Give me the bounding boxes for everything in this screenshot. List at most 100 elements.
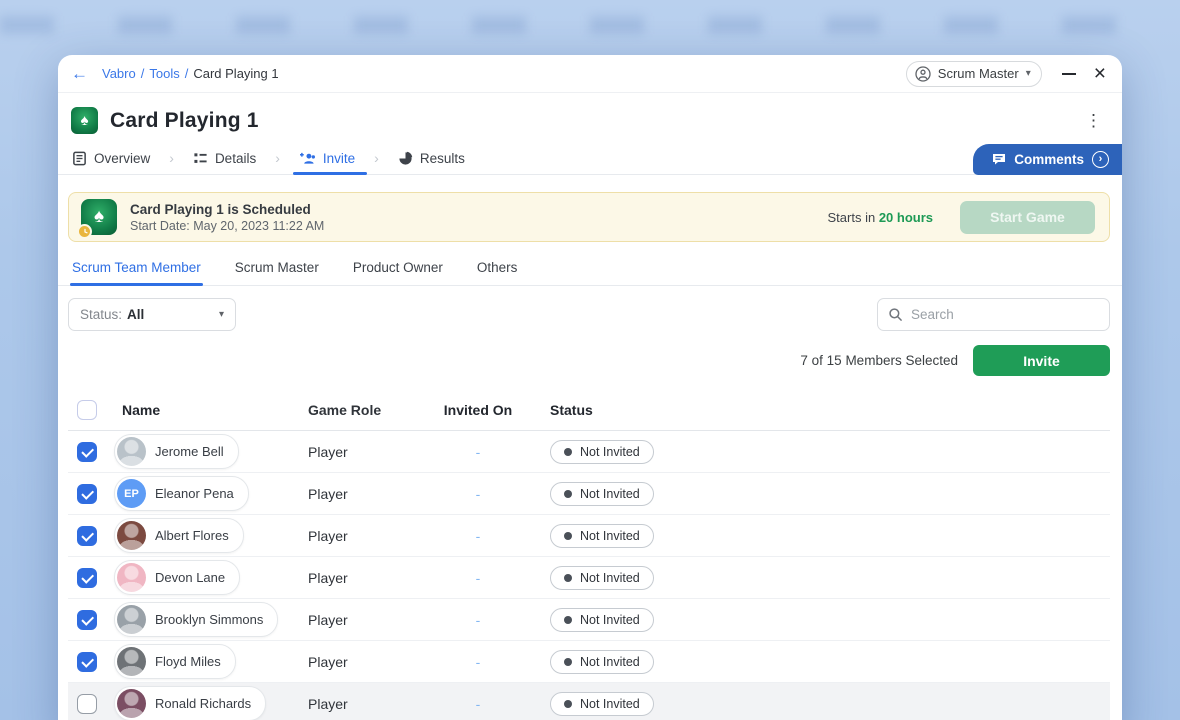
select-all-checkbox[interactable] — [77, 400, 97, 420]
table-row: Floyd Miles Player - Not Invited — [68, 641, 1110, 683]
avatar — [117, 563, 146, 592]
status-badge: Not Invited — [550, 440, 654, 464]
header-status: Status — [528, 402, 1110, 418]
member-chip[interactable]: Brooklyn Simmons — [114, 602, 278, 637]
role-tab-product-owner[interactable]: Product Owner — [353, 258, 443, 285]
status-text: Not Invited — [580, 529, 640, 543]
chevron-right-icon: › — [169, 150, 174, 166]
member-chip[interactable]: Jerome Bell — [114, 434, 239, 469]
role-tabs: Scrum Team Member Scrum Master Product O… — [58, 258, 1122, 286]
banner-title: Card Playing 1 is Scheduled — [130, 202, 324, 217]
status-dot-icon — [564, 700, 572, 708]
search-icon — [888, 307, 903, 322]
role-tab-scrum-team-member[interactable]: Scrum Team Member — [72, 258, 201, 285]
status-filter-dropdown[interactable]: Status: All ▾ — [68, 298, 236, 331]
banner-subtitle: Start Date: May 20, 2023 11:22 AM — [130, 219, 324, 233]
countdown-text: Starts in 20 hours — [828, 210, 933, 225]
member-chip[interactable]: Floyd Miles — [114, 644, 236, 679]
member-name: Ronald Richards — [155, 696, 251, 711]
start-game-button[interactable]: Start Game — [960, 201, 1095, 234]
status-text: Not Invited — [580, 571, 640, 585]
filter-row: Status: All ▾ — [68, 298, 1110, 331]
row-checkbox[interactable] — [77, 652, 97, 672]
breadcrumb-link-tools[interactable]: Tools — [149, 66, 179, 81]
tab-results[interactable]: Results — [398, 142, 465, 174]
search-box — [877, 298, 1110, 331]
tab-invite[interactable]: Invite — [299, 142, 355, 174]
row-checkbox[interactable] — [77, 610, 97, 630]
status-text: Not Invited — [580, 613, 640, 627]
breadcrumb-separator: / — [185, 66, 189, 81]
member-chip[interactable]: EP Eleanor Pena — [114, 476, 249, 511]
member-name: Jerome Bell — [155, 444, 224, 459]
status-badge: Not Invited — [550, 566, 654, 590]
selection-row: 7 of 15 Members Selected Invite — [68, 345, 1110, 376]
member-chip[interactable]: Albert Flores — [114, 518, 244, 553]
breadcrumb: Vabro / Tools / Card Playing 1 — [102, 66, 279, 81]
invited-on-cell: - — [428, 654, 528, 670]
status-dot-icon — [564, 658, 572, 666]
status-text: Not Invited — [580, 487, 640, 501]
card-game-icon: ♠ — [71, 107, 98, 134]
table-row: Brooklyn Simmons Player - Not Invited — [68, 599, 1110, 641]
app-window: ← Vabro / Tools / Card Playing 1 Scrum M… — [58, 55, 1122, 720]
header-invited-on: Invited On — [428, 402, 528, 418]
header-name: Name — [114, 402, 308, 418]
row-checkbox[interactable] — [77, 442, 97, 462]
status-badge: Not Invited — [550, 650, 654, 674]
row-checkbox[interactable] — [77, 484, 97, 504]
journal-icon — [72, 151, 87, 166]
avatar: EP — [117, 479, 146, 508]
member-name: Devon Lane — [155, 570, 225, 585]
invite-button[interactable]: Invite — [973, 345, 1110, 376]
arrow-circle-icon: › — [1092, 151, 1109, 168]
close-icon[interactable]: × — [1094, 63, 1106, 84]
table-body: Jerome Bell Player - Not Invited EP Elea… — [68, 431, 1110, 720]
breadcrumb-link-vabro[interactable]: Vabro — [102, 66, 136, 81]
role-tab-scrum-master[interactable]: Scrum Master — [235, 258, 319, 285]
back-icon[interactable]: ← — [71, 65, 88, 82]
row-checkbox[interactable] — [77, 694, 97, 714]
game-role-cell: Player — [308, 696, 428, 712]
scheduled-banner: ♠ Card Playing 1 is Scheduled Start Date… — [68, 192, 1110, 242]
row-checkbox[interactable] — [77, 526, 97, 546]
member-chip[interactable]: Devon Lane — [114, 560, 240, 595]
table-row: Jerome Bell Player - Not Invited — [68, 431, 1110, 473]
person-add-icon — [299, 151, 316, 166]
search-input[interactable] — [911, 307, 1099, 322]
game-role-cell: Player — [308, 654, 428, 670]
members-table: Name Game Role Invited On Status Jerome … — [68, 389, 1110, 720]
avatar — [117, 437, 146, 466]
chevron-right-icon: › — [275, 150, 280, 166]
tab-details[interactable]: Details — [193, 142, 256, 174]
status-text: Not Invited — [580, 697, 640, 711]
background-blur — [0, 16, 1180, 34]
header-game-role: Game Role — [308, 402, 428, 418]
status-badge: Not Invited — [550, 524, 654, 548]
user-role-dropdown[interactable]: Scrum Master ▾ — [906, 61, 1042, 87]
member-name: Floyd Miles — [155, 654, 221, 669]
role-tab-others[interactable]: Others — [477, 258, 518, 285]
member-name: Brooklyn Simmons — [155, 612, 263, 627]
pie-chart-icon — [398, 151, 413, 166]
kebab-menu-icon[interactable]: ⋮ — [1081, 111, 1106, 131]
invited-on-cell: - — [428, 570, 528, 586]
invited-on-cell: - — [428, 612, 528, 628]
invited-on-cell: - — [428, 444, 528, 460]
comments-button[interactable]: Comments › — [973, 144, 1122, 175]
chevron-down-icon: ▾ — [219, 309, 224, 320]
game-role-cell: Player — [308, 528, 428, 544]
table-row: EP Eleanor Pena Player - Not Invited — [68, 473, 1110, 515]
page-title: Card Playing 1 — [110, 109, 259, 133]
minimize-icon[interactable] — [1062, 73, 1076, 75]
tab-overview[interactable]: Overview — [72, 142, 150, 174]
row-checkbox[interactable] — [77, 568, 97, 588]
avatar — [117, 605, 146, 634]
topbar: ← Vabro / Tools / Card Playing 1 Scrum M… — [58, 55, 1122, 93]
list-icon — [193, 151, 208, 166]
avatar — [117, 647, 146, 676]
avatar — [117, 521, 146, 550]
member-chip[interactable]: Ronald Richards — [114, 686, 266, 720]
status-filter-label: Status: — [80, 307, 122, 322]
tab-label: Overview — [94, 151, 150, 166]
